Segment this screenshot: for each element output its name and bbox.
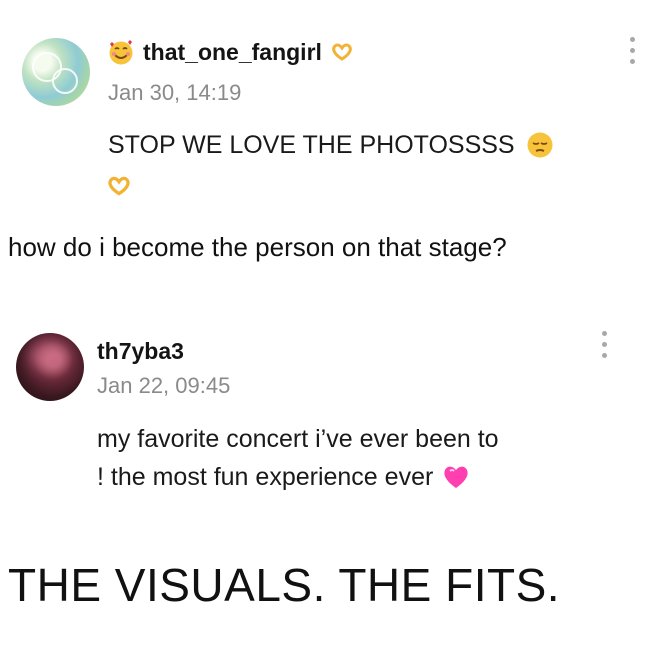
username[interactable]: that_one_fangirl bbox=[143, 39, 322, 66]
avatar-glow bbox=[30, 341, 68, 371]
comment-text: STOP WE LOVE THE PHOTOSSSS bbox=[108, 126, 555, 164]
caption-headline: THE VISUALS. THE FITS. bbox=[8, 559, 561, 611]
timestamp: Jan 30, 14:19 bbox=[108, 80, 242, 105]
comment-text-line: ! the most fun experience ever bbox=[97, 463, 434, 491]
avatar[interactable] bbox=[16, 333, 84, 401]
timestamp: Jan 22, 09:45 bbox=[97, 373, 231, 398]
comment-text: my favorite concert i’ve ever been to ! … bbox=[97, 420, 499, 496]
comment-text-line: my favorite concert i’ve ever been to bbox=[97, 425, 499, 453]
avatar-bubble bbox=[52, 68, 78, 94]
pink-heart-icon bbox=[444, 466, 468, 488]
username[interactable]: th7yba3 bbox=[97, 338, 184, 365]
avatar[interactable] bbox=[22, 38, 90, 106]
smiling-face-with-hearts-icon bbox=[109, 40, 133, 65]
heart-hands-icon bbox=[332, 43, 352, 61]
caption-text: how do i become the person on that stage… bbox=[8, 232, 507, 262]
heart-hands-icon bbox=[106, 176, 132, 201]
more-options-icon[interactable] bbox=[600, 331, 608, 358]
comment-header: that_one_fangirl bbox=[107, 34, 354, 70]
more-options-icon[interactable] bbox=[628, 37, 636, 64]
pensive-face-icon bbox=[527, 132, 553, 158]
comment-text-row: ! the most fun experience ever bbox=[97, 458, 499, 496]
comment-text-line: STOP WE LOVE THE PHOTOSSSS bbox=[108, 131, 515, 159]
